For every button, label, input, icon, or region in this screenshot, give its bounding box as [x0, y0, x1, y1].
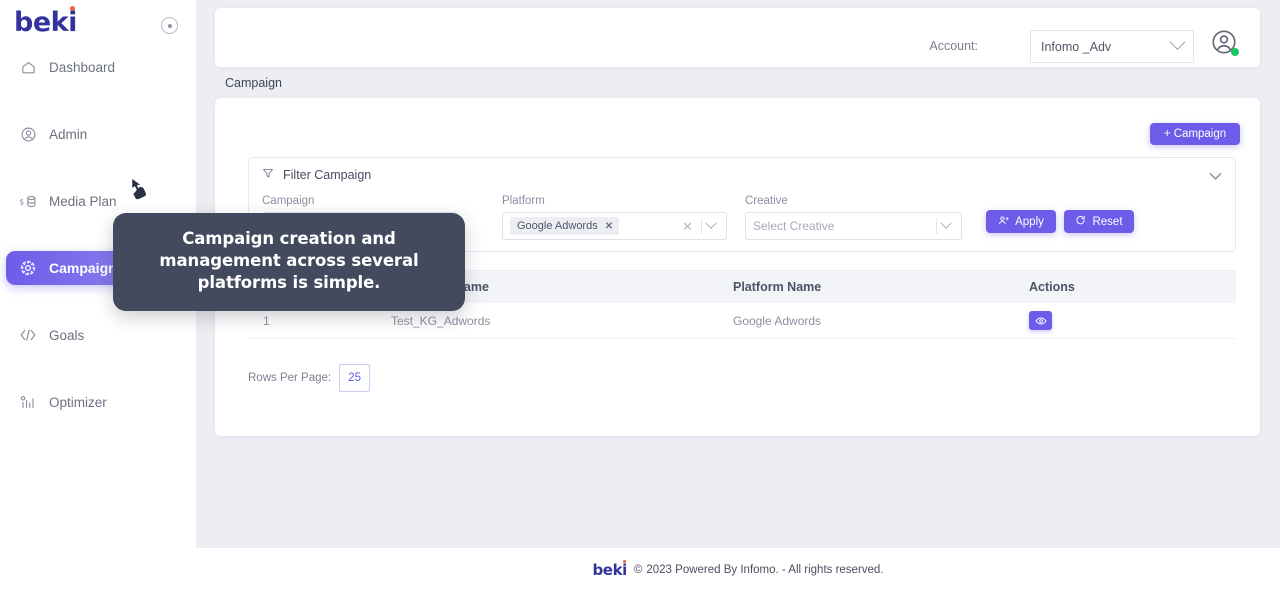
footer-copyright: © 2023 Powered By Infomo. - All rights r… [634, 564, 884, 576]
chip-label: Google Adwords [517, 220, 598, 232]
person-add-icon [998, 215, 1009, 229]
filter-panel-title: Filter Campaign [283, 167, 372, 182]
app-logo-text: beki [14, 7, 77, 38]
platform-select[interactable]: Google Adwords ✕ ✕ [502, 212, 727, 240]
nav-gap [0, 84, 196, 117]
filter-collapse-button[interactable] [1207, 168, 1223, 184]
reset-filter-button[interactable]: Reset [1064, 210, 1134, 233]
footer: beki © 2023 Powered By Infomo. - All rig… [196, 548, 1280, 592]
sidebar-item-label: Media Plan [49, 193, 117, 209]
platform-select-chips: Google Adwords ✕ [510, 217, 679, 235]
funnel-icon [262, 167, 274, 182]
rows-per-page-label: Rows Per Page: [248, 372, 332, 384]
dollar-database-icon: $ [18, 191, 38, 211]
rows-per-page-input[interactable]: 25 [339, 364, 371, 392]
cell-campaign-name: Test_KG_Adwords [391, 313, 491, 328]
sidebar-item-admin[interactable]: Admin [6, 117, 196, 151]
user-circle-icon [18, 124, 38, 144]
rows-per-page: Rows Per Page: 25 [248, 364, 371, 392]
cell-platform-name: Google Adwords [733, 313, 822, 328]
sidebar-item-label: Campaign [49, 260, 117, 276]
chevron-down-icon[interactable] [705, 217, 717, 229]
field-label: Campaign [262, 195, 315, 207]
footer-logo-text: beki [592, 561, 627, 579]
logo-accent-dot-icon [69, 6, 75, 11]
footer-copyright-text: 2023 Powered By Infomo. - All rights res… [646, 564, 884, 576]
chevron-down-icon [1209, 172, 1221, 180]
field-label: Creative [745, 195, 788, 207]
clear-selection-icon[interactable]: ✕ [679, 220, 696, 233]
chip-remove-icon[interactable]: ✕ [605, 221, 613, 232]
filter-field-creative: Creative Select Creative [745, 195, 962, 240]
cell-actions [1029, 311, 1229, 330]
online-status-dot [1231, 48, 1239, 56]
sidebar-item-label: Admin [49, 126, 88, 142]
cell-sno: 1 [263, 313, 270, 328]
sidebar-header: beki [0, 0, 196, 50]
target-network-icon [18, 258, 38, 278]
copyright-icon: © [633, 564, 643, 576]
creative-select[interactable]: Select Creative [745, 212, 962, 240]
account-select-value: Infomo _Adv [1041, 39, 1112, 54]
column-header-platform-name: Platform Name [733, 280, 822, 294]
sidebar-item-label: Optimizer [49, 394, 107, 410]
select-divider [701, 218, 702, 234]
chevron-down-icon[interactable] [940, 217, 952, 229]
reset-button-label: Reset [1092, 215, 1123, 228]
select-divider [936, 218, 937, 234]
account-select[interactable]: Infomo _Adv [1030, 30, 1194, 63]
breadcrumb: Campaign [225, 76, 282, 90]
select-controls [936, 217, 957, 234]
sidebar-item-optimizer[interactable]: Optimizer [6, 385, 196, 419]
nav-gap [0, 151, 196, 184]
sidebar-item-label: Goals [49, 327, 85, 343]
sidebar-item-goals[interactable]: Goals [6, 318, 196, 352]
eye-icon [1034, 317, 1047, 324]
sidebar-collapse-button[interactable] [161, 17, 178, 34]
code-brackets-icon [18, 325, 38, 345]
sidebar-item-dashboard[interactable]: Dashboard [6, 50, 196, 84]
onboarding-tooltip: Campaign creation and management across … [113, 213, 465, 312]
top-bar: Account: Infomo _Adv [215, 8, 1260, 67]
footer-logo: beki [592, 560, 627, 579]
column-header-actions: Actions [1029, 280, 1075, 294]
user-avatar-button[interactable] [1210, 28, 1239, 56]
chevron-down-icon [1169, 34, 1186, 51]
view-campaign-button[interactable] [1029, 311, 1052, 330]
app-logo: beki [14, 6, 77, 38]
filter-field-platform: Platform Google Adwords ✕ ✕ [502, 195, 727, 240]
logo-accent-dot-icon [622, 560, 626, 563]
filter-panel-header: Filter Campaign [262, 167, 371, 182]
apply-button-label: Apply [1015, 215, 1044, 228]
sidebar-item-label: Dashboard [49, 59, 116, 75]
nav-gap [0, 352, 196, 385]
app-root: beki Dashboard Admin $ Media Plan Campai… [0, 0, 1280, 592]
bar-chart-icon [18, 392, 38, 412]
refresh-icon [1075, 215, 1086, 229]
field-label: Platform [502, 195, 545, 207]
account-label: Account: [929, 39, 978, 53]
creative-select-placeholder: Select Creative [753, 219, 835, 233]
apply-filter-button[interactable]: Apply [986, 210, 1056, 233]
select-controls: ✕ [679, 217, 722, 234]
home-icon [18, 57, 38, 77]
add-campaign-button[interactable]: + Campaign [1150, 123, 1240, 145]
svg-text:$: $ [19, 197, 24, 206]
selected-chip: Google Adwords ✕ [510, 217, 620, 235]
